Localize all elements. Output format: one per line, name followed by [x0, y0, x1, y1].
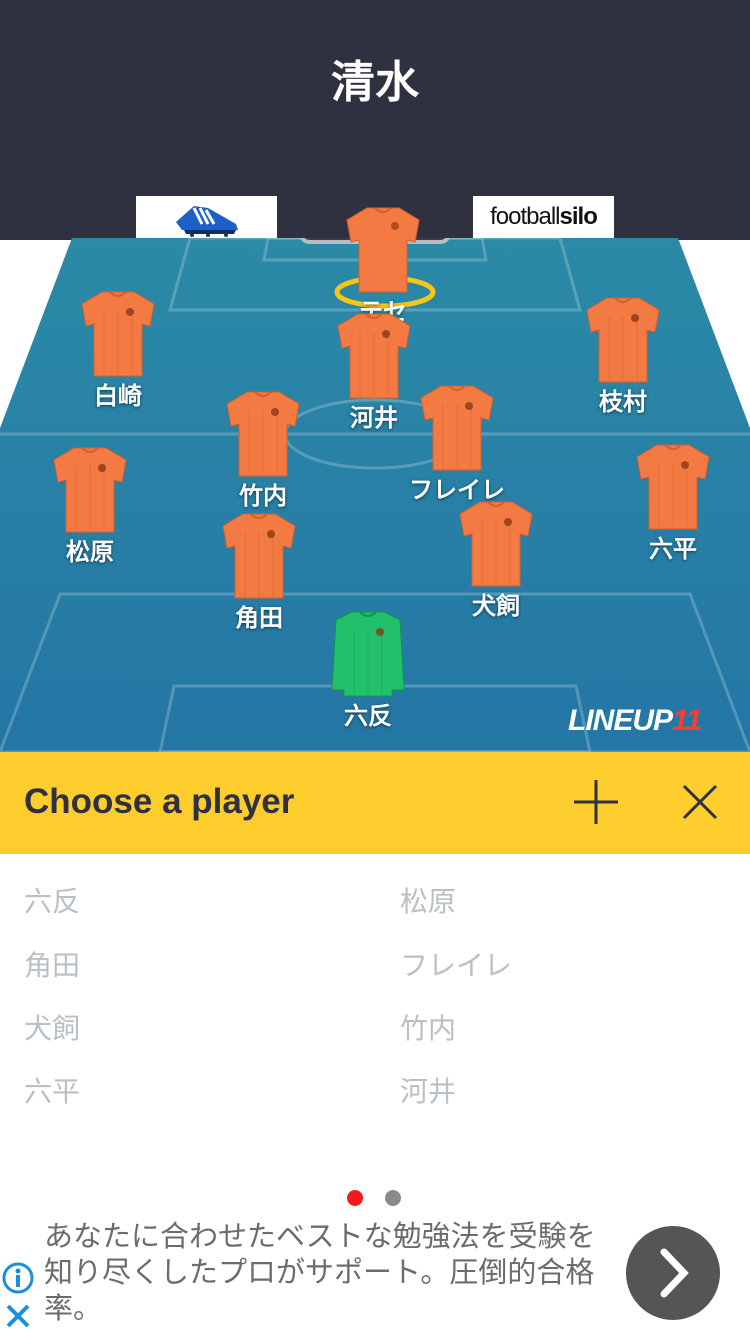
- player-list-item[interactable]: 河井: [400, 1070, 456, 1110]
- player-list-item[interactable]: フレイレ: [400, 944, 512, 984]
- player-goalkeeper[interactable]: 六反: [288, 610, 448, 740]
- outfield-shirt-icon: [222, 513, 296, 599]
- player-name: 白崎: [94, 382, 142, 410]
- player-outfield[interactable]: 白崎: [38, 290, 198, 420]
- lineup11-logo: LINEUP11: [568, 704, 702, 738]
- choose-player-bar: Choose a player: [0, 752, 750, 854]
- close-icon: [682, 784, 718, 820]
- page-dot[interactable]: [385, 1190, 401, 1206]
- outfield-shirt-icon: [420, 385, 494, 471]
- ad-close-icon[interactable]: [0, 1298, 36, 1334]
- player-name: 六平: [649, 535, 697, 563]
- ad-banner[interactable]: あなたに合わせたベストな勉強法を受験を知り尽くしたプロがサポート。圧倒的合格率。: [0, 1212, 750, 1334]
- player-list-item[interactable]: 六平: [24, 1070, 80, 1110]
- player-outfield[interactable]: 松原: [10, 446, 170, 576]
- player-outfield[interactable]: 枝村: [543, 296, 703, 426]
- player-name: 松原: [66, 538, 114, 566]
- outfield-shirt-icon: [586, 297, 660, 383]
- page-dot-active[interactable]: [347, 1190, 363, 1206]
- chevron-right-icon: [660, 1248, 689, 1298]
- outfield-shirt-icon: [636, 444, 710, 530]
- player-list-item[interactable]: 犬飼: [24, 1007, 80, 1047]
- close-chooser-button[interactable]: [672, 774, 728, 830]
- team-title: 清水: [331, 57, 419, 108]
- player-name: 六反: [344, 702, 392, 730]
- player-outfield[interactable]: 竹内: [183, 390, 343, 520]
- outfield-shirt-icon: [226, 391, 300, 477]
- outfield-shirt-icon: [81, 291, 155, 377]
- footballsilo-logo-bold: silo: [559, 203, 598, 230]
- player-name: 枝村: [599, 388, 647, 416]
- footballsilo-logo: football silo: [473, 196, 614, 238]
- outfield-shirt-icon: [346, 207, 420, 293]
- lineup11-logo-number: 11: [672, 704, 702, 737]
- player-name: 竹内: [239, 482, 287, 510]
- plus-icon: [574, 780, 618, 824]
- header: 清水 football silo: [0, 0, 750, 240]
- player-list-item[interactable]: 六反: [24, 880, 80, 920]
- ad-info-icon[interactable]: [0, 1260, 36, 1296]
- player-outfield[interactable]: フレイレ: [377, 384, 537, 514]
- sponsor-boot-logo: [136, 196, 277, 238]
- goalkeeper-shirt-icon: [331, 611, 405, 697]
- outfield-shirt-icon: [53, 447, 127, 533]
- ad-next-button[interactable]: [626, 1226, 720, 1320]
- player-list-item[interactable]: 松原: [400, 880, 456, 920]
- player-list-item[interactable]: 竹内: [400, 1007, 456, 1047]
- outfield-shirt-icon: [459, 501, 533, 587]
- player-list-item[interactable]: 角田: [24, 944, 80, 984]
- choose-player-title: Choose a player: [24, 782, 295, 821]
- add-player-button[interactable]: [568, 774, 624, 830]
- pitch: テセ 白崎 河井 枝村 竹内 フレイレ 松原 六平 角田 犬飼 六反 LINEUP11: [0, 184, 750, 754]
- footballsilo-logo-prefix: football: [490, 203, 560, 230]
- ad-text: あなたに合わせたベストな勉強法を受験を知り尽くしたプロがサポート。圧倒的合格率。: [44, 1219, 596, 1325]
- player-outfield[interactable]: 六平: [593, 443, 750, 573]
- lineup11-logo-text: LINEUP: [568, 704, 673, 737]
